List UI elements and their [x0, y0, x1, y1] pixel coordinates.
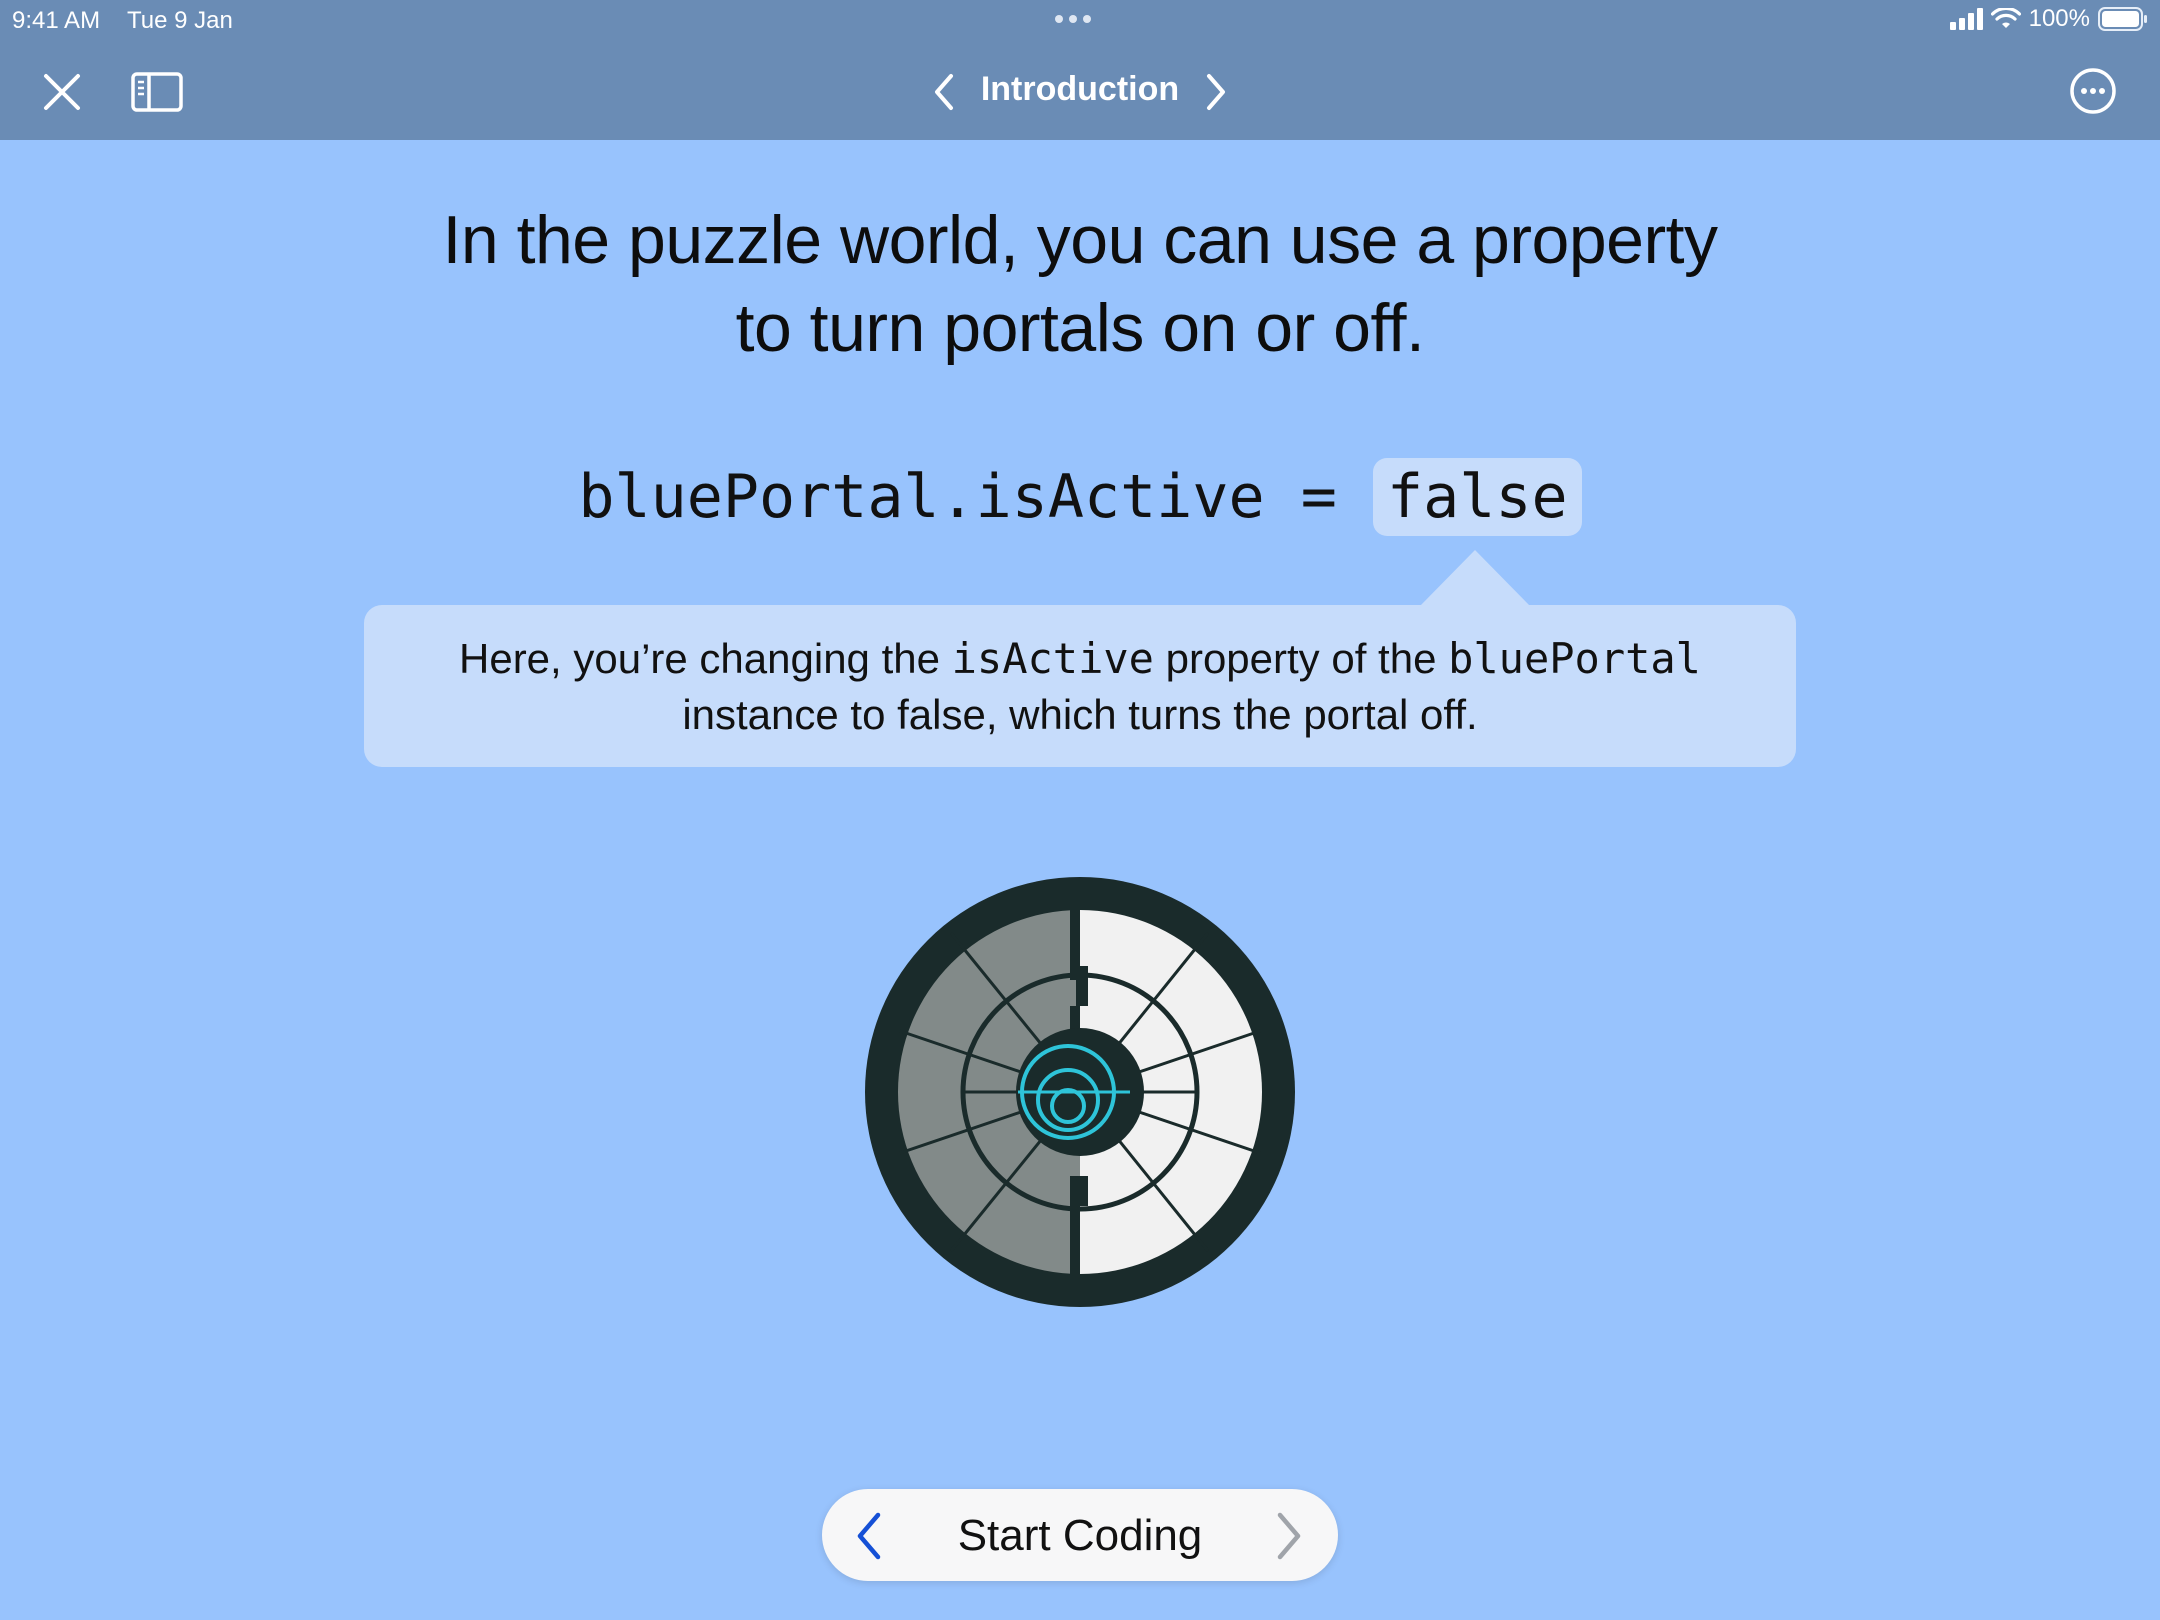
sidebar-toggle-button[interactable] [130, 70, 184, 114]
more-icon [2070, 68, 2116, 114]
chevron-right-icon [1207, 74, 1225, 110]
callout-code-isactive: isActive [951, 634, 1154, 683]
status-date: Tue 9 Jan [127, 7, 233, 34]
explanation-callout: Here, you’re changing the isActive prope… [364, 605, 1796, 767]
start-coding-bar: Start Coding [822, 1489, 1338, 1581]
callout-code-blueportal: bluePortal [1448, 634, 1701, 683]
callout-pointer [1420, 550, 1530, 606]
pill-next-button[interactable] [1274, 1511, 1306, 1566]
portal-illustration [865, 877, 1295, 1307]
close-icon [44, 74, 80, 110]
headline-line-2: to turn portals on or off. [735, 290, 1425, 366]
headline-line-1: In the puzzle world, you can use a prope… [442, 202, 1718, 278]
signal-icon [1949, 8, 1983, 30]
wifi-icon [1990, 8, 2021, 28]
previous-page-button[interactable] [928, 70, 960, 114]
chevron-right-icon [1277, 1512, 1301, 1560]
page-title: Introduction [980, 70, 1180, 108]
next-page-button[interactable] [1200, 70, 1232, 114]
callout-text-2: property of the [1153, 635, 1449, 682]
intro-headline: In the puzzle world, you can use a prope… [0, 196, 2160, 372]
multitasking-dots[interactable] [1055, 15, 1091, 23]
start-coding-button[interactable]: Start Coding [822, 1511, 1338, 1561]
sidebar-icon [131, 72, 183, 112]
code-prefix: bluePortal.isActive = [578, 462, 1374, 532]
status-bar: 9:41 AM Tue 9 Jan 100% [0, 0, 2160, 40]
callout-line-1: Here, you’re changing the isActive prope… [364, 631, 1796, 687]
callout-line-2: instance to false, which turns the porta… [682, 691, 1478, 738]
battery-percent: 100% [2028, 5, 2090, 32]
code-value-highlight[interactable]: false [1373, 458, 1582, 536]
navigation-bar: Introduction [0, 40, 2160, 140]
code-example: bluePortal.isActive = false [0, 458, 2160, 536]
close-button[interactable] [40, 70, 84, 114]
more-options-button[interactable] [2068, 66, 2118, 116]
status-indicators: 100% [1949, 5, 2148, 33]
battery-icon [2098, 7, 2147, 31]
callout-text-1: Here, you’re changing the [459, 635, 952, 682]
chevron-left-icon [935, 74, 953, 110]
status-time: 9:41 AM [12, 7, 101, 34]
